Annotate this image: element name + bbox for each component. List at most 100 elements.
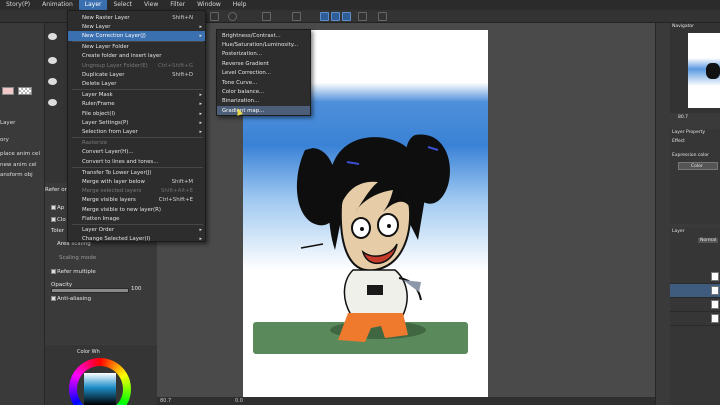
pen-tool-icon[interactable] [320, 12, 329, 21]
menu-help[interactable]: Help [227, 0, 253, 10]
color-wheel[interactable] [69, 358, 131, 405]
zoom-readout[interactable]: 80.7 [160, 398, 171, 404]
correction-submenu-item[interactable]: Binarization... [217, 97, 310, 106]
correction-submenu-item[interactable]: Brightness/Contrast... [217, 31, 310, 40]
tolerance-label: Toler [51, 228, 64, 234]
submenu-item-label: Brightness/Contrast... [222, 32, 281, 39]
hand-tool-icon[interactable] [48, 33, 57, 40]
layer-row-paper[interactable] [670, 312, 720, 326]
left-panel-item[interactable]: new anim cel [0, 162, 37, 168]
layer-menu-item[interactable]: Selection from Layer ▸ [68, 127, 205, 136]
submenu-item-label: Hue/Saturation/Luminosity... [222, 41, 299, 48]
menu-window[interactable]: Window [191, 0, 227, 10]
scaling-mode-label: Scaling mode [59, 255, 97, 261]
menu-item-label: Flatten Image [82, 215, 120, 222]
correction-submenu-item[interactable]: Tone Curve... [217, 78, 310, 87]
layer-menu-item[interactable]: Create folder and insert layer [68, 52, 205, 61]
left-panel-item[interactable]: ansform obj [0, 172, 33, 178]
menu-filter[interactable]: Filter [164, 0, 191, 10]
opacity-slider[interactable] [51, 288, 129, 293]
close-gap-checkbox[interactable] [51, 217, 56, 222]
rotate-icon[interactable] [228, 12, 237, 21]
navigator-thumbnail[interactable] [688, 33, 720, 108]
layer-settings-icon[interactable] [378, 12, 387, 21]
layer-menu-item[interactable]: New Raster Layer Shift+N [68, 13, 205, 22]
menu-item-shortcut: Shift+N [172, 14, 193, 21]
menu-item-label: Layer Mask [82, 92, 113, 99]
menu-story[interactable]: Story(P) [0, 0, 36, 10]
expression-color-dropdown[interactable]: Color [678, 162, 718, 170]
close-gap-label: Clo [57, 217, 66, 223]
layer-row-selected[interactable]: 100 [670, 284, 720, 298]
menu-layer[interactable]: Layer [78, 0, 108, 10]
color-wheel-panel: Color Wh [45, 345, 157, 405]
anti-alias-checkbox[interactable] [51, 296, 56, 301]
menu-item-label: Merge selected layers [82, 188, 142, 195]
menu-item-label: Transfer To Lower Layer(J) [82, 169, 152, 176]
menu-animation[interactable]: Animation [36, 0, 79, 10]
layer-menu-item[interactable]: Merge with layer below Shift+M [68, 177, 205, 186]
layer-menu-item[interactable]: Layer Settings(P) ▸ [68, 118, 205, 127]
layer-menu-item[interactable]: Layer Mask ▸ [68, 91, 205, 100]
menu-item-label: Convert to lines and tones... [82, 158, 159, 165]
left-panel-item[interactable]: Layer [0, 120, 15, 126]
layer-menu-item[interactable]: Duplicate Layer Shift+D [68, 70, 205, 79]
menu-view[interactable]: View [138, 0, 164, 10]
refer-multiple-checkbox[interactable] [51, 269, 56, 274]
correction-submenu-item[interactable]: Color balance... [217, 87, 310, 96]
menu-item-label: File object(I) [82, 110, 116, 117]
move-tool-icon[interactable] [48, 57, 57, 64]
layer-panel: Layer Normal 100 100 100 [670, 228, 720, 405]
layer-row[interactable]: 100 [670, 298, 720, 312]
layer-menu-item[interactable]: Merge visible to new layer(R) [68, 205, 205, 214]
angle-readout[interactable]: 0.0 [235, 398, 243, 404]
layer-menu-item[interactable]: Change Selected Layer(I) ▸ [68, 235, 205, 244]
transparent-swatch-icon[interactable] [18, 87, 32, 95]
submenu-item-label: Tone Curve... [222, 79, 258, 86]
navigator-zoom[interactable]: 80.7 [678, 115, 688, 120]
fill-tool-icon[interactable] [48, 99, 57, 106]
menu-select[interactable]: Select [107, 0, 138, 10]
fill-icon[interactable] [262, 12, 271, 21]
left-panel-item[interactable]: ory [0, 137, 9, 143]
color-swatch-icon[interactable] [2, 87, 14, 95]
left-panel-item[interactable]: place anim cel [0, 151, 40, 157]
ap-checkbox[interactable] [51, 205, 56, 210]
menu-item-label: Ruler/Frame [82, 101, 115, 108]
undo-icon[interactable] [210, 12, 219, 21]
layer-menu-item[interactable]: New Layer Folder [68, 43, 205, 52]
layer-menu-item[interactable]: New Correction Layer(J) ▸ [68, 31, 205, 41]
layer-menu-item[interactable]: Delete Layer [68, 79, 205, 88]
menu-item-label: New Layer [82, 23, 111, 30]
ap-label: Ap [57, 205, 65, 211]
layer-menu-item[interactable]: File object(I) ▸ [68, 109, 205, 118]
transform-icon[interactable] [292, 12, 301, 21]
layer-row[interactable]: 100 [670, 270, 720, 284]
correction-submenu-item[interactable]: Gradient map... [217, 106, 310, 116]
correction-submenu-item[interactable]: Posterization... [217, 50, 310, 59]
layer-menu-item: Ungroup Layer Folder(E) Ctrl+Shift+G [68, 61, 205, 70]
pencil-tool-icon[interactable] [331, 12, 340, 21]
correction-submenu-item[interactable]: Level Correction... [217, 69, 310, 78]
color-square[interactable] [84, 373, 116, 405]
layer-menu-item[interactable]: Transfer To Lower Layer(J) [68, 168, 205, 177]
brush-tool-icon[interactable] [342, 12, 351, 21]
layer-menu-item[interactable]: Merge visible layers Ctrl+Shift+E [68, 196, 205, 205]
operation-tool-icon[interactable] [48, 78, 57, 85]
layer-menu-item[interactable]: Ruler/Frame ▸ [68, 100, 205, 109]
layer-menu-item[interactable]: Convert to lines and tones... [68, 157, 205, 166]
layer-menu-item[interactable]: Layer Order ▸ [68, 225, 205, 234]
layer-menu-item[interactable]: Flatten Image [68, 214, 205, 223]
layer-menu-item[interactable]: New Layer ▸ [68, 22, 205, 31]
submenu-arrow-icon: ▸ [199, 92, 202, 99]
correction-submenu-item[interactable]: Hue/Saturation/Luminosity... [217, 40, 310, 49]
submenu-item-label: Gradient map... [222, 107, 265, 114]
correction-submenu-item[interactable]: Reverse Gradient [217, 59, 310, 68]
submenu-arrow-icon: ▸ [199, 236, 202, 243]
menu-item-label: Create folder and insert layer [82, 53, 162, 60]
submenu-arrow-icon: ▸ [199, 101, 202, 108]
layer-menu: New Raster Layer Shift+N New Layer ▸ New Cor… [67, 10, 206, 242]
layer-menu-item[interactable]: Convert Layer(H)... [68, 148, 205, 157]
ruler-icon[interactable] [358, 12, 367, 21]
blend-mode-dropdown[interactable]: Normal [698, 238, 719, 243]
